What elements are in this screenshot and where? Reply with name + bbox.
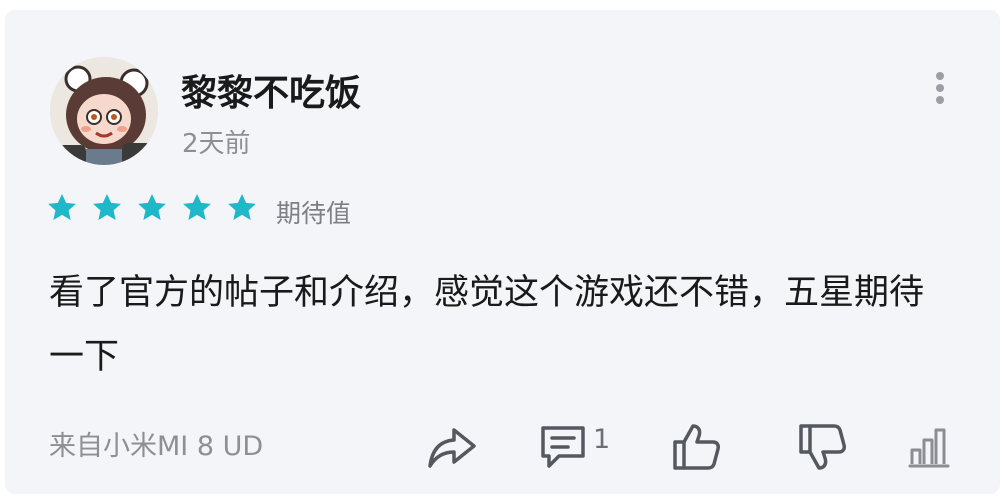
avatar-image [50,57,158,165]
comment-icon[interactable] [537,422,589,472]
star-icon [93,194,121,220]
review-card: 黎黎不吃饭 2天前 期待值 看了官方的帖子和介绍，感觉这个游戏还不错，五星期待一… [5,10,1000,494]
review-text: 看了官方的帖子和介绍，感觉这个游戏还不错，五星期待一下 [49,273,925,377]
thumbs-up-icon[interactable] [671,422,723,472]
more-vertical-icon[interactable] [925,66,955,106]
device-info: 来自小米MI 8 UD [49,431,264,462]
star-icon [48,194,76,220]
star-icon [228,194,256,220]
star-icon [183,194,211,220]
username[interactable]: 黎黎不吃饭 [181,64,361,116]
rating-label: 期待值 [276,199,352,228]
thumbs-down-icon[interactable] [797,422,849,472]
avatar[interactable] [50,57,158,165]
post-time: 2天前 [182,129,251,159]
share-icon[interactable] [426,422,478,472]
comment-count: 1 [593,424,611,455]
stats-icon[interactable] [908,422,952,472]
star-rating [46,192,271,224]
star-icon [138,194,166,220]
